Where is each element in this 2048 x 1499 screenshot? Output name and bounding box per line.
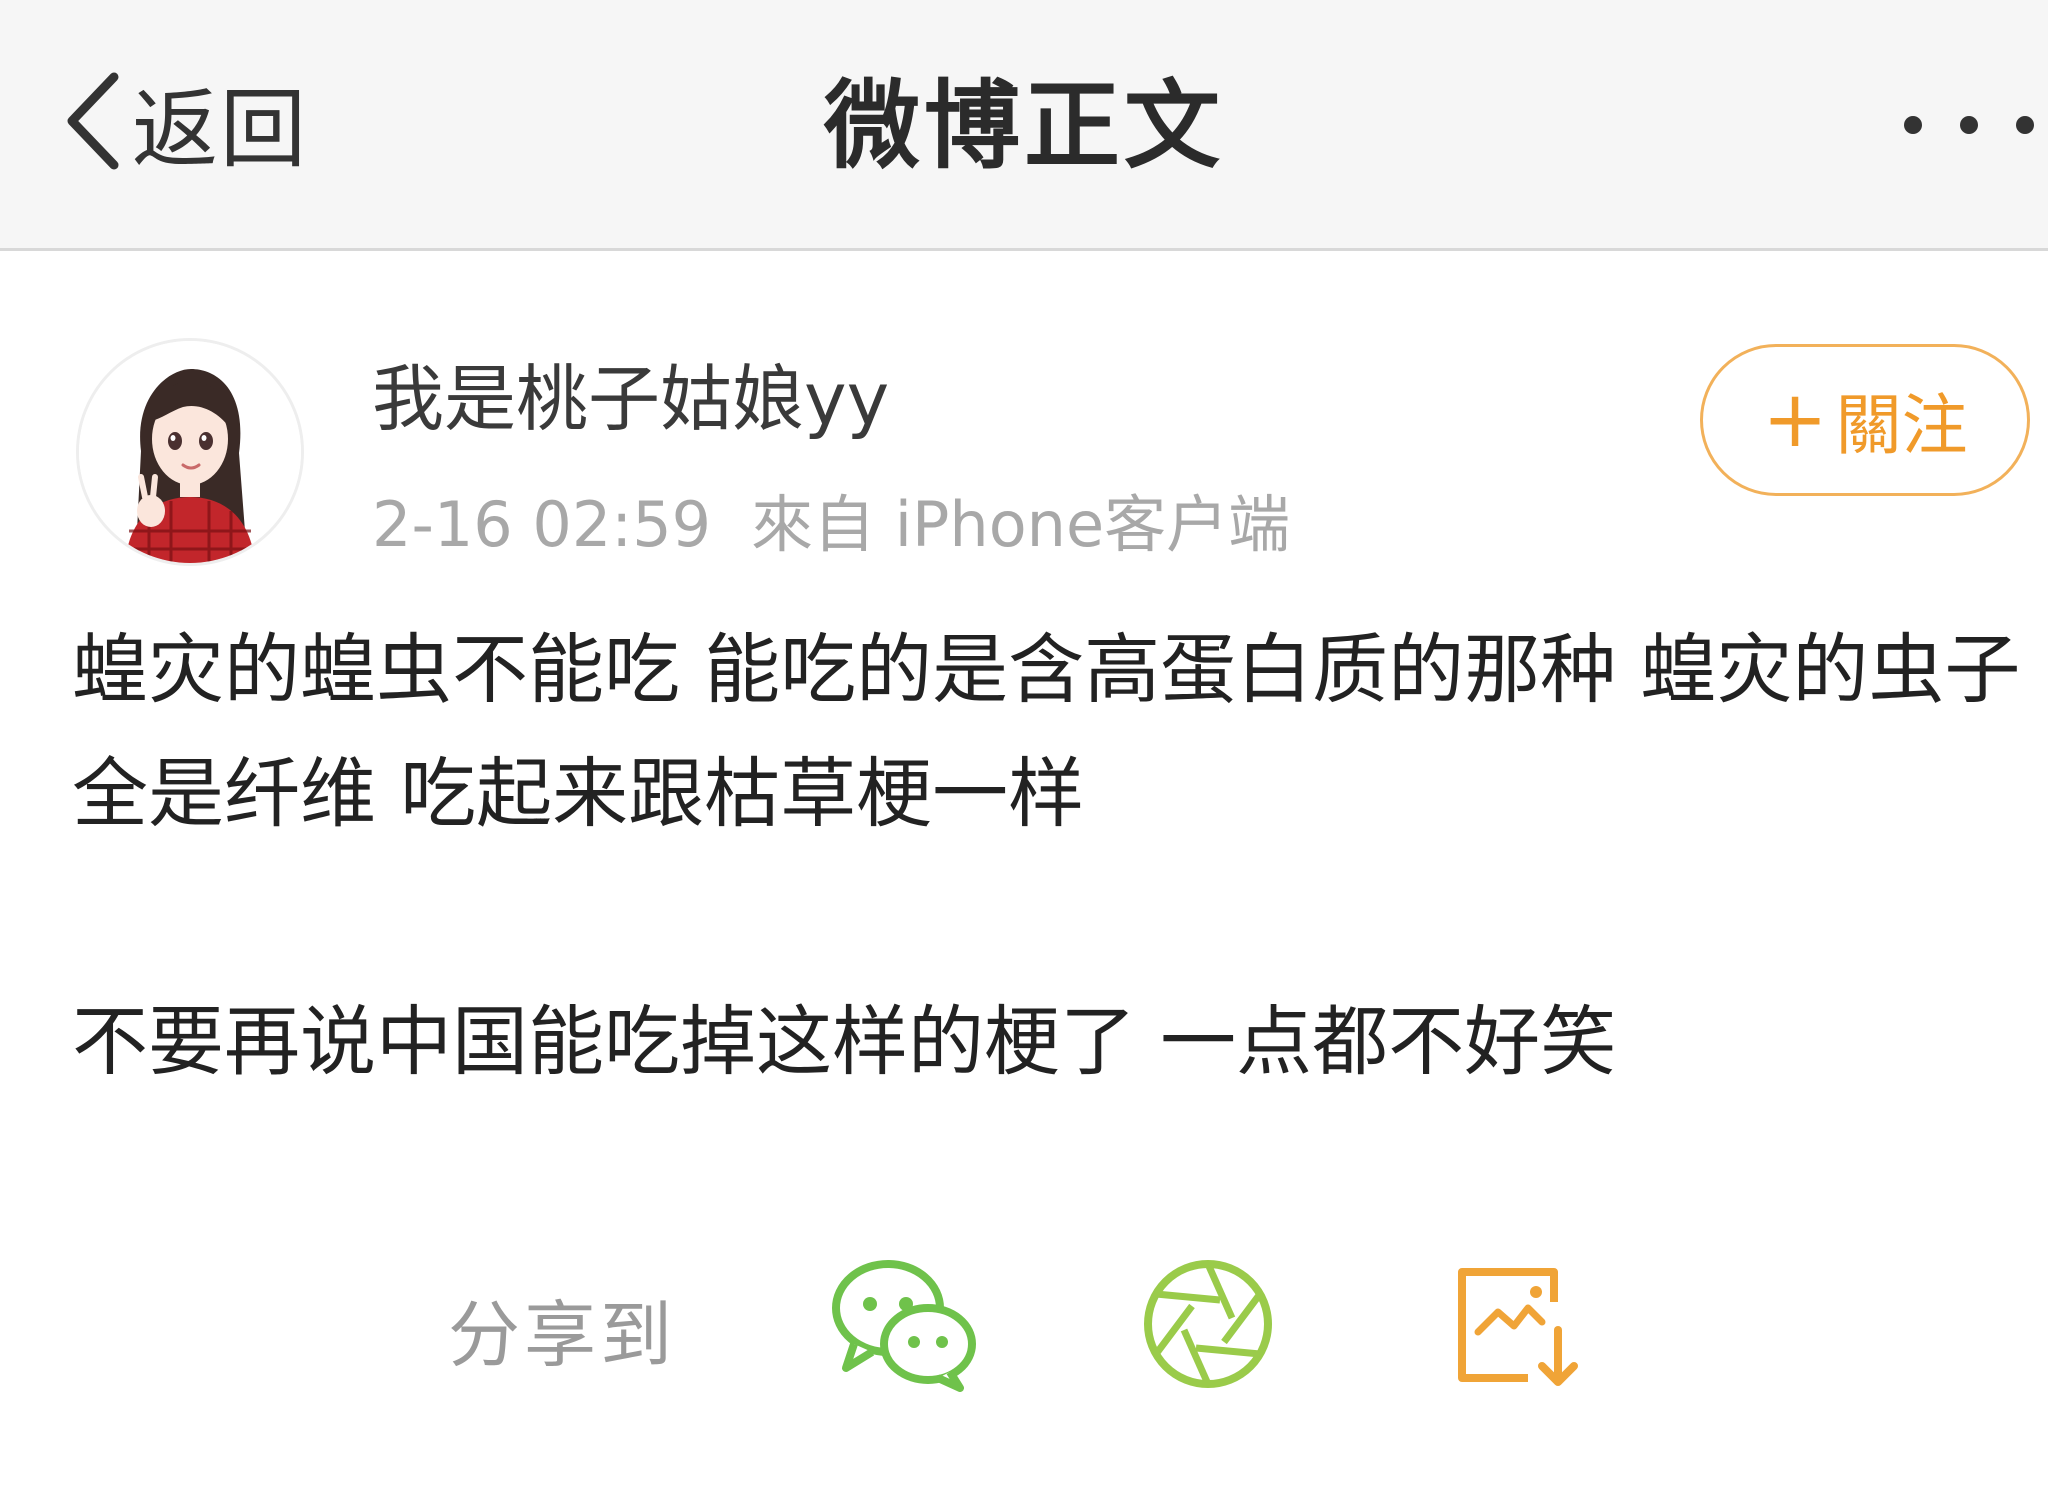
post-paragraph: 不要再说中国能吃掉这样的梗了 一点都不好笑 xyxy=(72,997,1617,1086)
page-title: 微博正文 xyxy=(824,70,1224,182)
post-source: 來自 iPhone客户端 xyxy=(751,488,1291,561)
avatar-illustration xyxy=(79,341,301,563)
post-content: 蝗灾的蝗虫不能吃 能吃的是含高蛋白质的那种 蝗灾的虫子全是纤维 吃起来跟枯草梗一… xyxy=(72,608,2022,1104)
moments-icon[interactable] xyxy=(1140,1256,1276,1392)
post-meta: 2-16 02:59 來自 iPhone客户端 xyxy=(372,474,1290,564)
wechat-icon[interactable] xyxy=(828,1252,978,1392)
more-dot-icon xyxy=(1960,116,1978,134)
top-navigation-bar: 返回 微博正文 xyxy=(0,0,2048,251)
plus-icon: + xyxy=(1762,375,1828,465)
avatar[interactable] xyxy=(76,338,304,566)
follow-button[interactable]: + 關注 xyxy=(1700,344,2030,496)
more-dot-icon xyxy=(2016,116,2034,134)
more-dot-icon xyxy=(1904,116,1922,134)
author-name[interactable]: 我是桃子姑娘yy xyxy=(372,340,889,445)
more-options-button[interactable] xyxy=(1904,100,2034,150)
post-timestamp: 2-16 02:59 xyxy=(372,488,712,561)
post-paragraph: 蝗灾的蝗虫不能吃 能吃的是含高蛋白质的那种 蝗灾的虫子全是纤维 吃起来跟枯草梗一… xyxy=(72,625,2021,838)
weibo-post-page: 返回 微博正文 我是桃子姑娘yy 2-16 02:59 來自 iPhone客户端… xyxy=(0,0,2048,1499)
share-label: 分享到 xyxy=(448,1293,677,1377)
follow-label: 關注 xyxy=(1835,387,1968,464)
save-image-icon[interactable] xyxy=(1454,1262,1584,1392)
